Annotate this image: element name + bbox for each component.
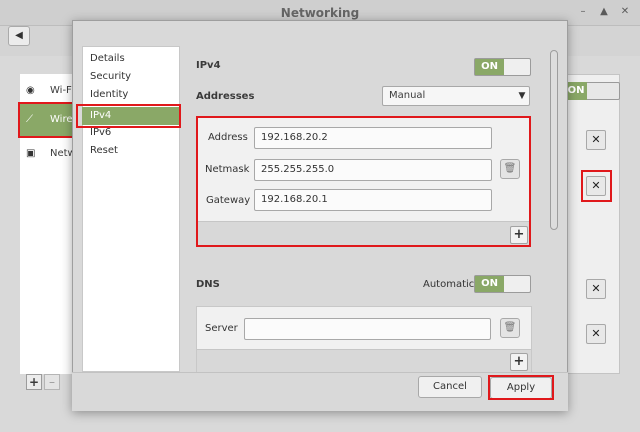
cancel-button[interactable]: Cancel: [418, 376, 482, 398]
connection-settings-button[interactable]: ✕: [586, 324, 606, 344]
network-icon: ▣: [26, 148, 36, 159]
minimize-icon[interactable]: –: [576, 5, 590, 19]
server-field[interactable]: [244, 318, 491, 340]
add-device-button[interactable]: +: [26, 374, 42, 390]
trash-icon[interactable]: 🗑: [500, 159, 520, 179]
tools-icon: ✕: [591, 327, 601, 340]
ipv4-heading: IPv4: [196, 60, 221, 71]
add-address-button[interactable]: +: [510, 226, 528, 244]
address-field[interactable]: 192.168.20.2: [254, 127, 492, 149]
sidebar-item-label: Wi-Fi: [50, 85, 74, 96]
switch-on-label: ON: [475, 276, 504, 292]
sidebar-item-network[interactable]: ▣Network proxy: [26, 143, 76, 165]
ipv4-toggle[interactable]: ON: [474, 58, 531, 76]
close-icon[interactable]: ✕: [618, 5, 632, 19]
tools-icon: ✕: [591, 133, 601, 146]
nav-item-security[interactable]: Security: [82, 68, 180, 86]
switch-on-label: ON: [565, 82, 587, 100]
settings-highlight-box: [581, 170, 612, 202]
chevron-down-icon: ▼: [518, 91, 526, 101]
tools-icon: ✕: [591, 282, 601, 295]
nav-item-details[interactable]: Details: [82, 50, 180, 68]
dns-heading: DNS: [196, 279, 220, 290]
netmask-field[interactable]: 255.255.255.0: [254, 159, 492, 181]
gateway-label: Gateway: [206, 195, 251, 206]
netmask-label: Netmask: [205, 164, 250, 175]
gateway-field[interactable]: 192.168.20.1: [254, 189, 492, 211]
server-label: Server: [205, 323, 238, 334]
wired-highlight-box: [18, 102, 74, 138]
switch-on-label: ON: [475, 59, 504, 75]
back-button[interactable]: ◀: [8, 26, 30, 46]
sidebar-item-wifi[interactable]: ◉ Wi-Fi: [26, 80, 76, 102]
remove-device-button[interactable]: –: [44, 374, 60, 390]
addresses-label: Addresses: [196, 91, 255, 102]
address-label: Address: [208, 132, 248, 143]
dns-automatic-label: Automatic: [423, 279, 475, 290]
nav-item-ipv6[interactable]: IPv6: [82, 124, 180, 142]
scrollbar[interactable]: [550, 50, 558, 230]
address-actions-bar: [198, 221, 529, 245]
nav-item-identity[interactable]: Identity: [82, 86, 180, 104]
addresses-method-select[interactable]: Manual: [382, 86, 530, 106]
back-arrow-icon: ◀: [15, 30, 23, 41]
dns-automatic-toggle[interactable]: ON: [474, 275, 531, 293]
dns-actions-bar: [197, 349, 531, 372]
trash-icon[interactable]: 🗑: [500, 318, 520, 338]
apply-highlight-box: [488, 375, 554, 400]
add-dns-button[interactable]: +: [510, 353, 528, 371]
connection-settings-button[interactable]: ✕: [586, 279, 606, 299]
maximize-icon[interactable]: ▲: [597, 5, 611, 19]
wifi-icon: ◉: [26, 85, 35, 96]
nav-item-reset[interactable]: Reset: [82, 142, 180, 160]
connection-settings-button[interactable]: ✕: [586, 130, 606, 150]
